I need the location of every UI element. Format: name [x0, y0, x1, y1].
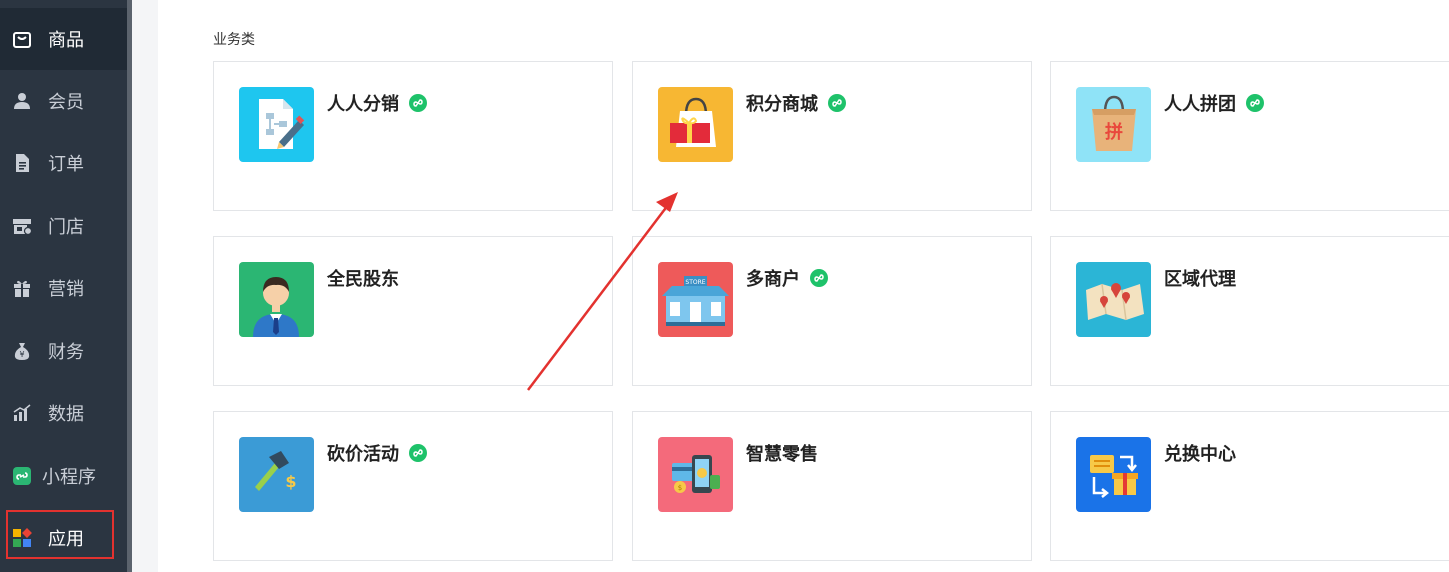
bag-icon [12, 29, 32, 49]
sidebar-item-mini-program[interactable]: 小程序 [0, 445, 127, 507]
mini-program-icon [12, 466, 32, 486]
app-card-exchange-center[interactable]: 兑换中心 [1050, 411, 1449, 561]
sidebar-item-label: 财务 [48, 342, 84, 362]
app-card-group-buy[interactable]: 拼 人人拼团 [1050, 61, 1449, 211]
card-title: 积分商城 [746, 94, 818, 114]
app-card-points-mall[interactable]: 积分商城 [632, 61, 1032, 211]
card-title: 智慧零售 [746, 444, 818, 464]
card-title: 人人分销 [327, 94, 399, 114]
card-title-row: 智慧零售 [746, 440, 818, 466]
sidebar-item-goods[interactable]: 商品 [0, 8, 127, 70]
card-title-row: 全民股东 [327, 265, 399, 291]
smart-retail-icon: $ [658, 437, 733, 512]
mini-program-badge-icon [409, 94, 427, 112]
card-title: 多商户 [746, 269, 800, 289]
group-buy-icon: 拼 [1076, 87, 1151, 162]
gift-icon [12, 278, 32, 298]
app-card-smart-retail[interactable]: $ 智慧零售 [632, 411, 1032, 561]
sidebar-item-label: 订单 [48, 154, 84, 174]
app-card-regional-agent[interactable]: 区域代理 [1050, 236, 1449, 386]
section-title: 业务类 [213, 31, 255, 47]
sidebar-item-finance[interactable]: ¥ 财务 [0, 320, 127, 382]
svg-text:STORE: STORE [685, 279, 705, 286]
store-icon [12, 216, 32, 236]
content-gutter [132, 0, 158, 572]
svg-text:$: $ [285, 472, 296, 491]
sidebar-item-marketing[interactable]: 营销 [0, 257, 127, 319]
card-title-row: 多商户 [746, 265, 828, 291]
user-icon [12, 91, 32, 111]
card-title-row: 积分商城 [746, 90, 846, 116]
sidebar-item-label: 商品 [48, 30, 84, 50]
document-icon [12, 153, 32, 173]
svg-text:$: $ [678, 484, 682, 492]
sidebar-item-apps[interactable]: 应用 [0, 507, 127, 569]
card-title: 人人拼团 [1164, 94, 1236, 114]
sidebar-item-label: 门店 [48, 217, 84, 237]
sidebar-item-label: 数据 [48, 404, 84, 424]
shareholder-icon [239, 262, 314, 337]
sidebar-item-label: 会员 [48, 92, 84, 112]
app-card-distribution[interactable]: 人人分销 [213, 61, 613, 211]
sidebar: 商品 会员 订单 门店 营销 ¥ 财务 数据 小程序 应用 [0, 0, 127, 572]
card-title-row: 兑换中心 [1164, 440, 1236, 466]
card-title: 区域代理 [1164, 269, 1236, 289]
card-title-row: 砍价活动 [327, 440, 427, 466]
exchange-center-icon [1076, 437, 1151, 512]
svg-text:¥: ¥ [19, 350, 24, 359]
card-title: 兑换中心 [1164, 444, 1236, 464]
app-card-shareholder[interactable]: 全民股东 [213, 236, 613, 386]
multi-merchant-icon: STORE [658, 262, 733, 337]
sidebar-item-label: 小程序 [42, 467, 96, 487]
mini-program-badge-icon [828, 94, 846, 112]
mini-program-badge-icon [409, 444, 427, 462]
bar-chart-icon [12, 403, 32, 423]
sidebar-item-label: 应用 [48, 529, 84, 549]
sidebar-item-stores[interactable]: 门店 [0, 195, 127, 257]
card-title: 全民股东 [327, 269, 399, 289]
mini-program-badge-icon [810, 269, 828, 287]
money-bag-icon: ¥ [12, 341, 32, 361]
points-mall-icon [658, 87, 733, 162]
bargain-icon: $ [239, 437, 314, 512]
app-card-bargain[interactable]: $ 砍价活动 [213, 411, 613, 561]
regional-agent-icon [1076, 262, 1151, 337]
sidebar-item-label: 营销 [48, 279, 84, 299]
sidebar-item-data[interactable]: 数据 [0, 382, 127, 444]
card-title-row: 人人分销 [327, 90, 427, 116]
distribution-icon [239, 87, 314, 162]
sidebar-item-members[interactable]: 会员 [0, 70, 127, 132]
apps-icon [12, 528, 32, 548]
app-card-multi-merchant[interactable]: STORE 多商户 [632, 236, 1032, 386]
card-title-row: 区域代理 [1164, 265, 1236, 291]
card-title-row: 人人拼团 [1164, 90, 1264, 116]
mini-program-badge-icon [1246, 94, 1264, 112]
card-title: 砍价活动 [327, 444, 399, 464]
svg-text:拼: 拼 [1105, 121, 1123, 143]
sidebar-item-orders[interactable]: 订单 [0, 132, 127, 194]
